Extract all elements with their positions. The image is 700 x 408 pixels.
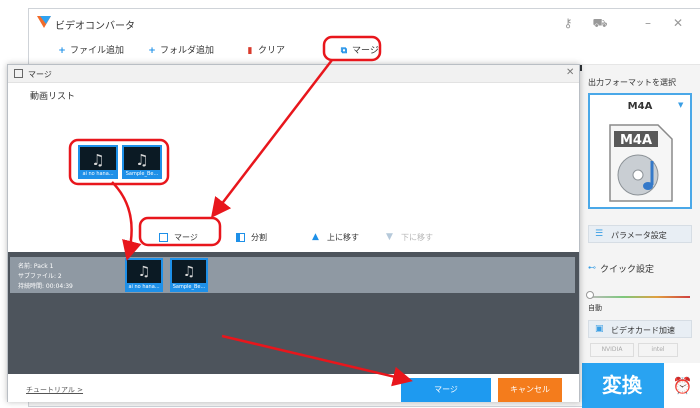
toolbar: + ファイル追加 + フォルダ追加 ▮ クリア ⧉ マージ	[29, 37, 700, 65]
dialog-footer: チュートリアル > マージ キャンセル	[8, 374, 579, 402]
clear-button[interactable]: ▮ クリア	[245, 43, 286, 59]
trash-icon: ▮	[247, 46, 253, 56]
pack-duration: 持続時間: 00:04:39	[18, 283, 73, 290]
merge-confirm-button[interactable]: マージ	[401, 378, 491, 402]
app-title: ビデオコンバータ	[55, 21, 135, 32]
add-file-label: ファイル追加	[70, 46, 125, 56]
pack-thumbnail[interactable]: ♫ ai no hana...	[125, 258, 163, 292]
chip-icon: ▣	[595, 324, 604, 334]
pack-subfiles: サブファイル: 2	[18, 273, 62, 280]
merge-icon	[159, 233, 168, 242]
parameter-settings-label: パラメータ設定	[611, 231, 667, 240]
cancel-button[interactable]: キャンセル	[498, 378, 562, 402]
output-panel: 出力フォーマットを選択 M4A ▼ M4A ☰ パラメータ設定 ⊷ クイック設定…	[582, 65, 700, 408]
convert-button[interactable]: 変換	[582, 363, 664, 408]
alarm-clock-icon[interactable]: ⏰	[664, 363, 700, 408]
add-file-button[interactable]: + ファイル追加	[57, 43, 124, 59]
output-format-label: 出力フォーマットを選択	[588, 78, 676, 87]
auto-label: 自動	[588, 304, 602, 312]
nvidia-badge: NVIDIA	[590, 343, 634, 357]
sliders-icon: ☰	[595, 229, 604, 239]
app-logo-icon	[37, 16, 51, 28]
merge-toolbar-label: マージ	[352, 46, 379, 56]
arrow-up-icon: ▲	[312, 232, 319, 242]
quick-settings-icon: ⊷	[588, 263, 596, 272]
merge-toolbar-button[interactable]: ⧉ マージ	[339, 43, 379, 59]
intel-badge: intel	[638, 343, 678, 357]
thumbnail-caption: ai no hana...	[127, 283, 161, 291]
merge-icon: ⧉	[340, 46, 348, 56]
quality-slider-track[interactable]	[590, 296, 690, 298]
parameter-settings-button[interactable]: ☰ パラメータ設定	[588, 225, 692, 243]
merge-pack-area: 名前: Pack 1 サブファイル: 2 持続時間: 00:04:39 ♫ ai…	[8, 252, 579, 374]
video-thumbnail[interactable]: ♫ Sample_Be...	[122, 145, 162, 179]
format-name: M4A	[627, 101, 653, 112]
pack-name: 名前: Pack 1	[18, 263, 54, 270]
format-selector[interactable]: M4A ▼ M4A	[588, 93, 692, 209]
merge-dialog: マージ ✕ 動画リスト ♫ ai no hana... ♫ Sample_Be.…	[7, 64, 580, 402]
thumbnail-caption: Sample_Be...	[124, 170, 160, 178]
move-down-label: 下に移す	[401, 233, 433, 242]
close-window-icon[interactable]: ✕	[669, 14, 687, 32]
split-button[interactable]: 分割	[236, 232, 267, 243]
split-label: 分割	[251, 233, 267, 242]
quality-slider-knob[interactable]	[586, 291, 594, 299]
cart-icon[interactable]: ⛟	[591, 14, 609, 32]
dropdown-caret-icon: ▼	[678, 101, 684, 109]
quick-settings-label: クイック設定	[600, 265, 655, 275]
thumbnail-caption: Sample_Be...	[172, 283, 206, 291]
video-list-label: 動画リスト	[30, 92, 76, 102]
music-note-icon: ♫	[182, 264, 196, 280]
m4a-file-icon: M4A	[609, 124, 673, 202]
merge-dialog-icon	[14, 69, 23, 78]
minimize-icon[interactable]: –	[639, 14, 657, 32]
music-note-icon: ♫	[135, 151, 149, 169]
merge-op-label: マージ	[174, 233, 198, 242]
add-folder-label: フォルダ追加	[160, 46, 215, 56]
gpu-acceleration-label: ビデオカード加速	[611, 326, 675, 335]
dialog-header: マージ ✕	[8, 65, 579, 83]
merge-op-button[interactable]: マージ	[159, 232, 198, 243]
clear-label: クリア	[258, 46, 286, 56]
move-up-button[interactable]: ▲ 上に移す	[312, 232, 359, 243]
video-thumbnail[interactable]: ♫ ai no hana...	[78, 145, 118, 179]
dialog-close-icon[interactable]: ✕	[566, 67, 574, 78]
title-bar: ビデオコンバータ ⚷ ⛟ – ✕	[29, 9, 700, 37]
pack-row[interactable]: 名前: Pack 1 サブファイル: 2 持続時間: 00:04:39 ♫ ai…	[10, 257, 575, 293]
pack-thumbnail[interactable]: ♫ Sample_Be...	[170, 258, 208, 292]
move-down-button[interactable]: ▼ 下に移す	[386, 232, 433, 243]
gpu-acceleration-button[interactable]: ▣ ビデオカード加速	[588, 320, 692, 338]
music-note-icon: ♫	[91, 151, 105, 169]
dialog-title: マージ	[28, 70, 52, 79]
music-note-icon: ♫	[137, 264, 151, 280]
key-icon[interactable]: ⚷	[559, 14, 577, 32]
folder-plus-icon: +	[148, 46, 156, 56]
split-icon	[236, 233, 245, 242]
arrow-down-icon: ▼	[386, 232, 393, 242]
plus-icon: +	[58, 46, 66, 56]
tutorial-link[interactable]: チュートリアル >	[26, 385, 83, 395]
m4a-icon-text: M4A	[620, 133, 652, 148]
move-up-label: 上に移す	[327, 233, 359, 242]
thumbnail-caption: ai no hana...	[80, 170, 116, 178]
add-folder-button[interactable]: + フォルダ追加	[147, 43, 214, 59]
